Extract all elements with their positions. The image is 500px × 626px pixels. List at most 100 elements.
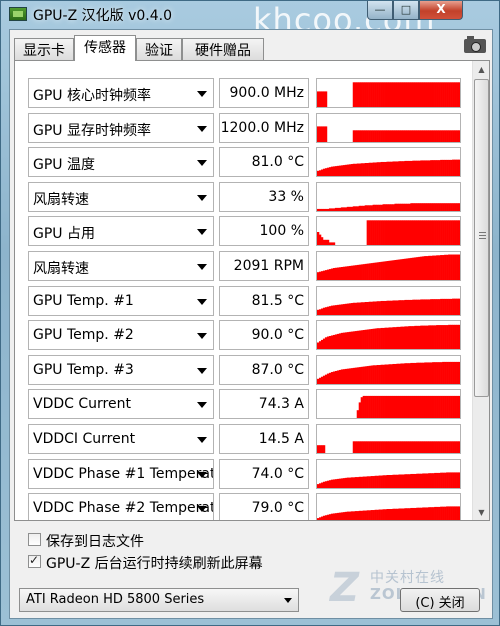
graph-bar — [396, 129, 399, 142]
title-bar[interactable]: GPU-Z 汉化版 v0.4.0 khcoo.com — □ X — [1, 1, 499, 39]
graph-bar — [320, 237, 324, 246]
graph-bar — [426, 160, 429, 177]
sensor-name-dropdown[interactable]: GPU 占用 — [28, 216, 214, 247]
sensor-name-dropdown[interactable]: GPU 温度 — [28, 147, 214, 178]
log-to-file-checkbox[interactable] — [28, 533, 41, 546]
sensor-name-dropdown[interactable]: GPU Temp. #3 — [28, 354, 214, 385]
sensor-name-dropdown[interactable]: 风扇转速 — [28, 251, 214, 281]
sensor-name-dropdown[interactable]: VDDC Current — [28, 389, 214, 420]
graph-bar — [414, 202, 417, 211]
graph-bar — [404, 441, 407, 453]
scroll-up-icon[interactable]: ▲ — [474, 62, 489, 77]
close-window-button[interactable]: X — [419, 1, 463, 20]
vertical-scrollbar[interactable]: ▲ ▼ — [472, 61, 489, 520]
sensor-name-dropdown[interactable]: GPU 显存时钟频率 — [28, 112, 214, 143]
graph-bar — [404, 258, 407, 280]
background-refresh-checkbox[interactable] — [28, 553, 41, 568]
graph-bar — [342, 266, 346, 280]
graph-bar — [330, 166, 334, 177]
graph-bar — [374, 475, 377, 488]
graph-bar — [410, 508, 413, 520]
graph-bar — [426, 298, 429, 315]
graph-bar — [432, 472, 435, 488]
graph-bar — [456, 202, 459, 211]
gpu-select-dropdown[interactable]: ATI Radeon HD 5800 Series — [19, 588, 299, 612]
tab-sensors[interactable]: 传感器 — [74, 35, 136, 61]
close-button[interactable]: (C) 关闭 — [400, 588, 480, 612]
graph-bar — [382, 129, 385, 142]
sensor-name-dropdown[interactable]: GPU 核心时钟频率 — [28, 78, 214, 108]
graph-bar — [376, 262, 379, 280]
graph-bar — [412, 202, 415, 211]
maximize-button[interactable]: □ — [393, 1, 419, 20]
sensor-name-dropdown[interactable]: VDDC Phase #2 Temperat... — [28, 493, 214, 520]
sensor-graph — [316, 458, 461, 489]
graph-bar — [428, 129, 431, 142]
graph-bar — [336, 478, 340, 488]
graph-bar — [352, 82, 356, 107]
graph-bar — [366, 301, 369, 315]
graph-bar — [384, 204, 387, 211]
graph-bar — [452, 471, 455, 488]
graph-bar — [372, 204, 375, 211]
graph-bar — [446, 361, 449, 384]
graph-bar — [400, 299, 403, 315]
graph-bar — [450, 298, 453, 315]
graph-bar — [378, 162, 381, 177]
graph-bar — [378, 262, 381, 280]
scroll-down-icon[interactable]: ▼ — [474, 505, 489, 520]
graph-bar — [364, 82, 367, 107]
sensor-name-dropdown[interactable]: GPU Temp. #1 — [28, 285, 214, 316]
graph-bar — [426, 396, 429, 419]
graph-bar — [456, 325, 459, 350]
graph-bar — [454, 202, 457, 211]
tab-hardware-giveaway[interactable]: 硬件赠品 — [182, 38, 264, 60]
sensor-name-dropdown[interactable]: VDDCI Current — [28, 424, 214, 454]
graph-bar — [326, 514, 330, 520]
graph-bar — [344, 303, 348, 315]
graph-bar — [442, 129, 445, 142]
sensor-name-dropdown[interactable]: GPU Temp. #2 — [28, 320, 214, 351]
graph-bar — [394, 441, 397, 453]
scroll-thumb[interactable] — [474, 79, 489, 397]
graph-bar — [448, 254, 451, 280]
graph-bar — [324, 337, 328, 350]
graph-bar — [404, 161, 407, 177]
graph-bar — [324, 240, 328, 246]
graph-bar — [390, 327, 393, 350]
graph-bar — [430, 160, 433, 177]
sensor-name-dropdown[interactable]: VDDC Phase #1 Temperat... — [28, 458, 214, 489]
minimize-button[interactable]: — — [367, 1, 393, 20]
graph-bar — [356, 163, 360, 177]
tab-graphics-card[interactable]: 显示卡 — [14, 38, 74, 60]
graph-bar — [380, 475, 383, 488]
camera-icon[interactable] — [464, 36, 486, 53]
graph-bar — [346, 206, 350, 211]
graph-bar — [424, 396, 427, 419]
graph-bar — [362, 129, 365, 142]
graph-bar — [360, 511, 363, 520]
zol-watermark-cn: 中关村在线 — [370, 570, 445, 586]
sensor-row: VDDC Phase #1 Temperat... 74.0 °C — [28, 458, 468, 489]
graph-bar — [380, 300, 383, 315]
graph-bar — [390, 300, 393, 315]
graph-bar — [358, 441, 361, 453]
tab-validation[interactable]: 验证 — [136, 38, 182, 60]
graph-bar — [374, 328, 377, 350]
sensor-name: GPU 核心时钟频率 — [33, 88, 151, 104]
graph-bar — [350, 265, 354, 280]
sensor-row: GPU 占用 100 % — [28, 216, 468, 247]
chevron-down-icon — [197, 264, 207, 270]
sensor-name-dropdown[interactable]: 风扇转速 — [28, 181, 214, 212]
sensor-name: VDDC Current — [33, 396, 131, 413]
graph-bar — [412, 257, 415, 280]
graph-bar — [398, 299, 401, 315]
graph-bar — [366, 263, 369, 280]
graph-bar — [378, 475, 381, 488]
graph-bar — [374, 82, 377, 107]
graph-bar — [388, 161, 391, 177]
graph-bar — [332, 479, 336, 488]
graph-bar — [317, 232, 320, 246]
graph-bar — [346, 332, 350, 350]
graph-bar — [448, 202, 451, 211]
